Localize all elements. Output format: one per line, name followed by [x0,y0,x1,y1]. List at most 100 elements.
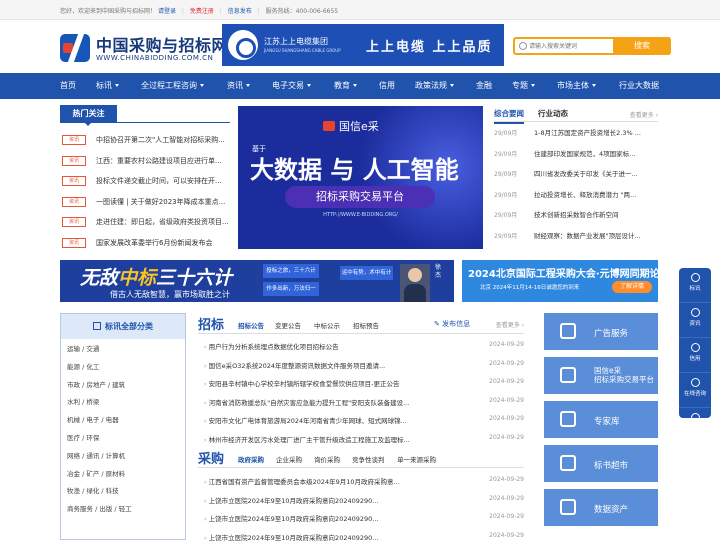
table-row[interactable]: 用户行为分析系统埋点数据优化项目招标公告2024-09-29 [198,336,524,355]
category-item[interactable]: 网络 / 通讯 / 计算机 [67,448,132,466]
tab-award-notice[interactable]: 中标公示 [314,320,340,330]
float-consult[interactable]: 在线咨询 [679,378,711,408]
tag-badge: 资讯 [62,197,86,207]
tab-single-source[interactable]: 单一来源采购 [397,454,436,464]
tag-badge: 资讯 [62,156,86,166]
speaker-photo [400,264,430,302]
table-row[interactable]: 安阳县辛村镇中心学校辛村镇所辖学校食堂餐饮供应项目-更正公告2024-09-29 [198,373,524,392]
nav-item-etrade[interactable]: 电子交易 [272,73,311,99]
document-icon [560,455,576,471]
tab-gov-procurement[interactable]: 政府采购 [238,454,264,464]
category-item[interactable]: 能源 / 化工 [67,359,132,377]
category-item[interactable]: 市政 / 房地产 / 建筑 [67,377,132,395]
list-item[interactable]: 资讯投标文件递交截止时间，可以安排在开... [60,173,230,194]
nav-item-topics[interactable]: 专题 [512,73,535,99]
category-item[interactable]: 医疗 / 环保 [67,430,132,448]
hero-banner[interactable]: 国信e采 基于 大数据 与 人工智能 招标采购交易平台 HTTP://WWW.E… [238,106,483,249]
tab-industry-news[interactable]: 行业动态 [538,108,568,119]
data-asset-card[interactable]: 数据资产 [544,489,658,526]
login-link[interactable]: 请登录 [158,8,176,15]
nav-item-home[interactable]: 首页 [60,73,76,99]
publish-button[interactable]: ✎ 发布信息 [434,319,470,329]
float-bids[interactable]: 标讯 [679,273,711,303]
category-item[interactable]: 商务服务 / 出版 / 轻工 [67,501,132,519]
expert-card[interactable]: 专家库 [544,401,658,438]
nav-item-credit[interactable]: 信用 [379,73,395,99]
nav-item-market[interactable]: 市场主体 [557,73,596,99]
floating-toolbar: 标讯 资讯 信用 在线咨询 回到顶部 [679,268,711,418]
bidding-more-link[interactable]: 查看更多 › [496,320,524,329]
hot-divider [60,122,230,123]
nav-item-edu[interactable]: 教育 [334,73,357,99]
search-box: 搜索 [513,37,671,55]
list-item[interactable]: 29/09月拉动投资增长、释放消费潜力 "两... [494,184,658,205]
hero-pill: 招标采购交易平台 [285,186,435,208]
ebid-card[interactable]: 国信e采招标采购交易平台 [544,357,658,394]
logo-mark-icon [60,34,90,62]
tag-badge: 资讯 [62,217,86,227]
logo-cn: 中国采购与招标网 [96,32,228,56]
tender-doc-card[interactable]: 标书超市 [544,445,658,482]
list-item[interactable]: 资讯国家发展改革委举行6月份新闻发布会 [60,235,230,256]
nav-item-consult[interactable]: 全过程工程咨询 [141,73,204,99]
float-news[interactable]: 资讯 [679,308,711,338]
site-logo[interactable]: 中国采购与招标网 WWW.CHINABIDDING.COM.CN [60,32,212,66]
nav-item-finance[interactable]: 金融 [476,73,492,99]
ad-service-card[interactable]: 广告服务 [544,313,658,350]
conference-banner[interactable]: 2024北京国际工程采购大会·元博网同期论坛 北京 2024年11月14-16日… [462,260,658,302]
expert-icon [560,411,576,427]
list-item[interactable]: 资讯江西：重要农村公路建设项目应进行单... [60,153,230,174]
list-item[interactable]: 资讯一图读懂 | 关于做好2023年降成本重点... [60,194,230,215]
category-item[interactable]: 运输 / 交通 [67,341,132,359]
tab-change-notice[interactable]: 变更公告 [275,320,301,330]
search-button[interactable]: 搜索 [613,37,671,55]
list-item[interactable]: 资讯中招协召开第二次"人工智能对招标采购... [60,132,230,153]
hero-headline: 大数据 与 人工智能 [250,150,459,185]
tab-bid-notice[interactable]: 招标公告 [238,320,264,330]
news-more-link[interactable]: 查看更多 › [630,110,658,119]
table-row[interactable]: 河南省消防救援总队"自然灾害应急能力提升工程"安阳支队装备建设...2024-0… [198,392,524,411]
nav-item-policy[interactable]: 政策法规 [415,73,454,99]
category-item[interactable]: 牧渔 / 绿化 / 科技 [67,483,132,501]
credit-icon [691,343,700,352]
nav-item-bigdata[interactable]: 行业大数据 [619,73,659,99]
publish-link[interactable]: 信息发布 [228,8,252,15]
nav-item-news[interactable]: 资讯 [227,73,250,99]
strategy-banner[interactable]: 无敌中标三十六计 借古人无敌智慧，赢市场取胜之计 投标之旅，三十六计 作多出新，… [60,260,454,302]
register-link[interactable]: 免费注册 [190,8,214,15]
chevron-down-icon [115,84,119,87]
category-item[interactable]: 冶金 / 矿产 / 原材料 [67,466,132,484]
list-item[interactable]: 资讯走进住建：即日起，省级政府类投资项目... [60,214,230,235]
search-input[interactable] [529,40,609,52]
table-row[interactable]: 安阳市文化广电体育旅游局2024年河南省青少年网球、短式网球锦...2024-0… [198,410,524,429]
list-item[interactable]: 29/09月1-8月江苏国定资产投资增长2.3% ... [494,122,658,143]
float-credit[interactable]: 信用 [679,343,711,373]
nav-item-bids[interactable]: 标讯 [96,73,119,99]
list-item[interactable]: 29/09月财经观察：数据产业发展"顶层设计... [494,225,658,246]
list-item[interactable]: 29/09月四川省发改委关于印发《关于进一... [494,163,658,184]
table-row[interactable]: 上饶市立医院2024年9至10月政府采购意向202409290...2024-0… [198,508,524,527]
tab-bid-preview[interactable]: 招标预告 [353,320,379,330]
back-to-top[interactable]: 回到顶部 [679,413,711,443]
table-row[interactable]: 国信e采O32系统2024年度整源资讯数据文件服务项目邀请...2024-09-… [198,355,524,374]
search-icon [519,42,527,50]
list-item[interactable]: 29/09月住建部印发国家规范，4项国家标... [494,143,658,164]
top-ad-banner[interactable]: 江苏上上电缆集团 JIANGSU SHANGSHANG CABLE GROUP … [222,24,504,66]
bidding-title: 招标 [198,314,224,333]
category-item[interactable]: 机械 / 电子 / 电器 [67,412,132,430]
logo-en: WWW.CHINABIDDING.COM.CN [96,54,213,62]
list-item[interactable]: 29/09月技术创新招采数智合作新空间 [494,204,658,225]
chevron-down-icon [246,84,250,87]
table-row[interactable]: 江西省国有资产监督管理委员会本级2024年9月10月政府采购意...2024-0… [198,471,524,490]
ad-company-en: JIANGSU SHANGSHANG CABLE GROUP [264,48,341,53]
tab-inquiry-procurement[interactable]: 询价采购 [314,454,340,464]
megaphone-icon [560,323,576,339]
learn-more-button[interactable]: 了解详情 [612,281,652,293]
table-row[interactable]: 上饶市立医院2024年9至10月政府采购意向202409290...2024-0… [198,490,524,509]
category-item[interactable]: 水利 / 桥梁 [67,394,132,412]
tab-negotiation[interactable]: 竞争性谈判 [352,454,385,464]
tag-badge: 资讯 [62,238,86,248]
table-row[interactable]: 林州市经济开发区污水处理厂进厂主干管升级改造工程施工及监理标...2024-09… [198,429,524,448]
table-row[interactable]: 上饶市立医院2024年9至10月政府采购意向202409290...2024-0… [198,527,524,545]
tab-enterprise-procurement[interactable]: 企业采购 [276,454,302,464]
